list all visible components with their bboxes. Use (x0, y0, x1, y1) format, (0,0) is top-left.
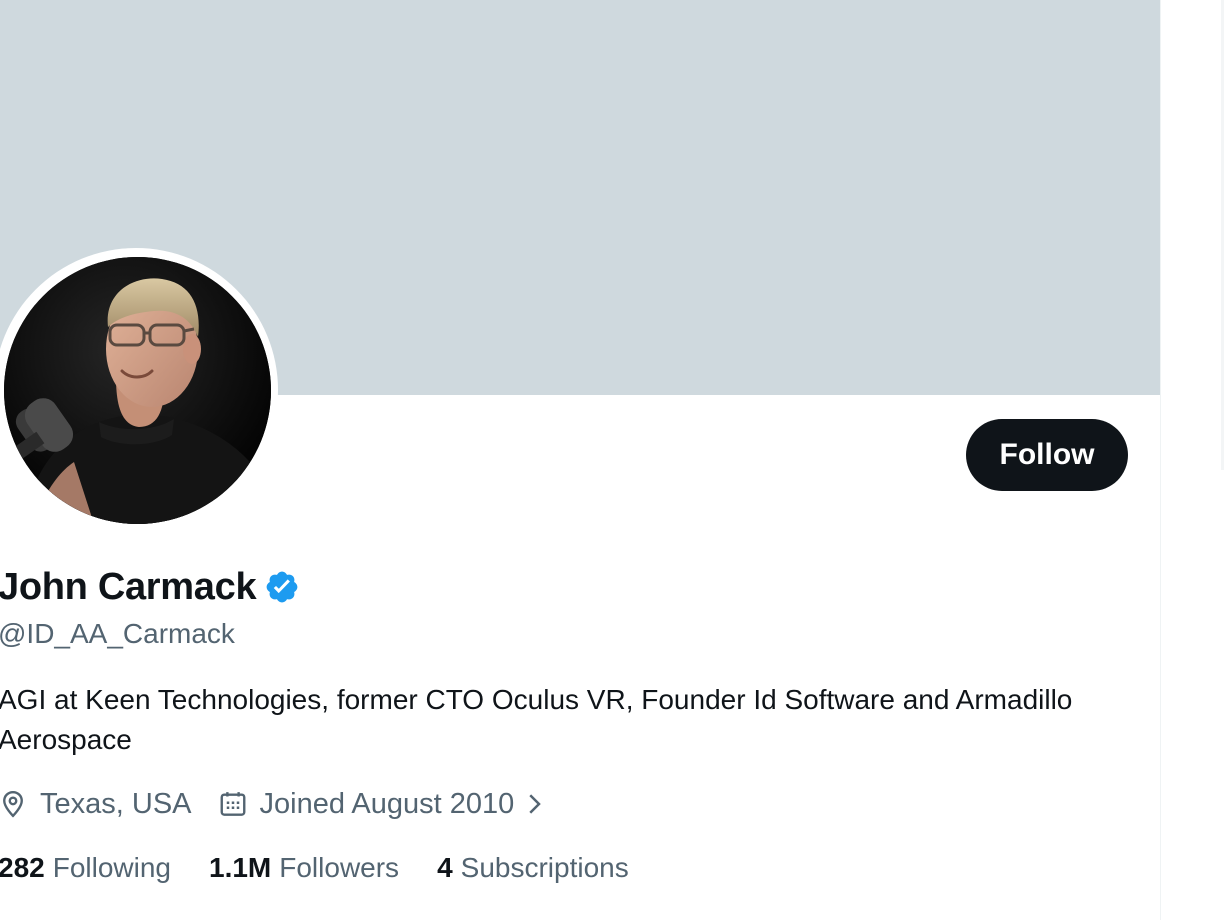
joined-text: Joined August 2010 (259, 787, 515, 820)
avatar[interactable] (4, 257, 271, 524)
profile-meta: Texas, USA Joined August 2010 (0, 784, 544, 824)
profile-stats: 282 Following 1.1M Followers 4 Subscript… (0, 848, 629, 888)
right-sidebar-edge (1161, 0, 1224, 920)
joined-item[interactable]: Joined August 2010 (218, 788, 545, 821)
stat-label: Followers (279, 852, 400, 883)
stat-followers[interactable]: 1.1M Followers (209, 852, 399, 884)
stat-count: 4 (437, 852, 453, 883)
profile-bio: AGI at Keen Technologies, former CTO Ocu… (0, 684, 1073, 755)
profile-column: Follow John Carmack @ID_AA_Carmack AGI a… (0, 0, 1161, 920)
calendar-icon (220, 792, 245, 816)
user-handle: @ID_AA_Carmack (0, 618, 235, 649)
chevron-right-icon (529, 794, 542, 814)
location-pin-icon (3, 790, 23, 818)
follow-button[interactable]: Follow (966, 419, 1128, 491)
verified-badge-icon[interactable] (264, 569, 300, 605)
stat-following[interactable]: 282 Following (0, 852, 171, 884)
stat-count: 282 (0, 852, 45, 883)
name-row: John Carmack (0, 562, 300, 612)
stat-label: Subscriptions (460, 852, 629, 883)
location-text: Texas, USA (40, 787, 192, 820)
stat-subscriptions[interactable]: 4 Subscriptions (437, 852, 629, 884)
display-name: John Carmack (0, 565, 257, 608)
verified-badge-svg (266, 571, 298, 603)
location-item: Texas, USA (0, 788, 192, 821)
stat-count: 1.1M (209, 852, 272, 883)
avatar-photo (4, 257, 271, 524)
stat-label: Following (52, 852, 171, 883)
